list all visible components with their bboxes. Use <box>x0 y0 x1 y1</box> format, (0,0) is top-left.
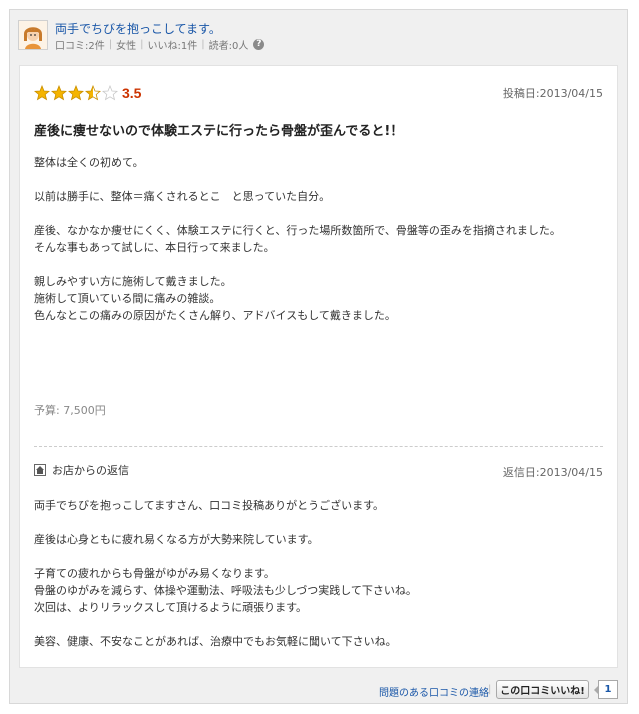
report-problem-link[interactable]: 問題のある口コミの連絡 <box>379 684 489 699</box>
footer-separator: | <box>488 684 492 695</box>
reply-line: 両手でちびを抱っこしてますさん、口コミ投稿ありがとうございます。 <box>34 499 385 512</box>
review-line: 整体は全くの初めて。 <box>34 156 144 169</box>
like-count-badge: 1 <box>594 680 618 699</box>
budget-text: 予算: 7,500円 <box>34 404 106 417</box>
like-review-button[interactable]: この口コミいいね! <box>496 680 589 699</box>
rating-value: 3.5 <box>122 85 142 101</box>
star-rating: 3.5 <box>34 85 141 101</box>
review-line: 以前は勝手に、整体＝痛くされるとこ と思っていた自分。 <box>34 190 331 203</box>
review-card: 3.5 投稿日:2013/04/15 産後に痩せないので体験エステに行ったら骨盤… <box>19 65 618 668</box>
avatar-icon <box>19 21 47 49</box>
reviewer-avatar[interactable] <box>18 20 48 50</box>
reply-line: 子育ての疲れからも骨盤がゆがみ易くなります。 <box>34 567 275 580</box>
shop-reply-header: お店からの返信 <box>34 462 129 478</box>
reply-date: 返信日:2013/04/15 <box>502 466 603 479</box>
help-icon[interactable]: ? <box>253 39 265 50</box>
reviewer-reader-count: 読者:0人 <box>208 41 249 52</box>
meta-separator: | <box>108 39 113 50</box>
meta-separator: | <box>201 39 205 50</box>
reply-line: 美容、健康、不安なことがあれば、治療中でもお気軽に聞いて下さいね。 <box>34 635 397 648</box>
review-line: 色んなとこの痛みの原因がたくさん解り、アドバイスもして戴きました。 <box>34 309 396 322</box>
review-line: そんな事もあって試しに、本日行って来ました。 <box>34 241 275 254</box>
reply-line: 産後は心身ともに疲れ易くなる方が大勢来院しています。 <box>34 533 319 546</box>
meta-separator: | <box>140 39 144 50</box>
review-line: 親しみやすい方に施術して戴きました。 <box>34 275 232 288</box>
house-icon <box>34 464 46 476</box>
star-icon <box>51 85 67 101</box>
reviewer-like-count: いいね:1件 <box>147 41 198 52</box>
star-icon <box>68 85 84 101</box>
review-line: 産後、なかなか痩せにくく、体験エステに行くと、行った場所数箇所で、骨盤等の歪みを… <box>34 224 561 237</box>
stars-row <box>34 85 119 101</box>
reply-line: 骨盤のゆがみを減らす、体操や運動法、呼吸法も少しづつ実践して下さいね。 <box>34 584 417 597</box>
review-line: 施術して頂いている間に痛みの雑談。 <box>34 292 221 305</box>
reviewer-gender: 女性 <box>116 41 137 52</box>
star-icon <box>102 85 118 101</box>
shop-reply-body: 両手でちびを抱っこしてますさん、口コミ投稿ありがとうございます。 産後は心身とも… <box>34 497 604 650</box>
reviewer-meta: 口コミ:2件 | 女性 | いいね:1件 | 読者:0人 ? <box>55 37 265 52</box>
star-icon <box>34 85 50 101</box>
shop-reply-heading: お店からの返信 <box>52 464 129 477</box>
section-divider <box>34 446 603 447</box>
reviewer-name-link[interactable]: 両手でちびを抱っこしてます。 <box>55 20 221 37</box>
reviewer-review-count[interactable]: 口コミ:2件 <box>55 37 105 52</box>
star-icon <box>85 85 101 101</box>
review-title: 産後に痩せないので体験エステに行ったら骨盤が歪んでると!！ <box>34 124 404 139</box>
review-body: 整体は全くの初めて。 以前は勝手に、整体＝痛くされるとこ と思っていた自分。 産… <box>34 154 604 324</box>
posted-date: 投稿日:2013/04/15 <box>502 87 603 100</box>
reply-line: 次回は、よりリラックスして頂けるように頑張ります。 <box>34 601 308 614</box>
